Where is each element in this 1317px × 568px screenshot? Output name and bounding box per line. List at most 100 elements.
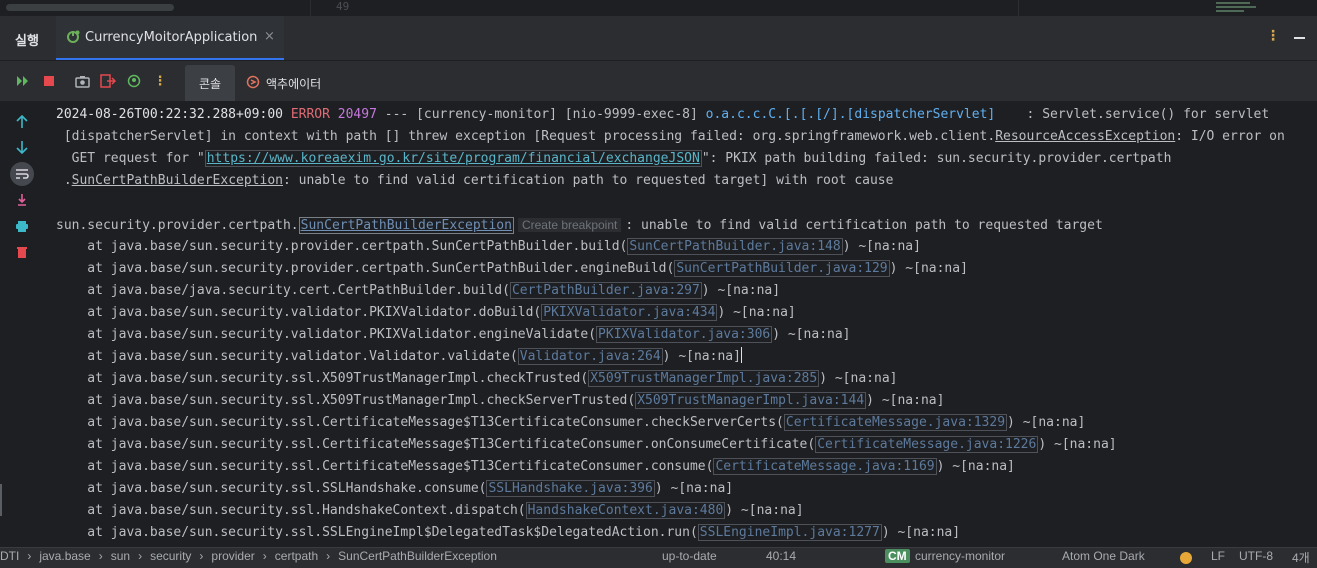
stack-frame-file-link[interactable]: PKIXValidator.java:306 (596, 326, 773, 343)
log-text: ": PKIX path building failed: sun.securi… (701, 151, 1172, 166)
spring-boot-run-icon (66, 30, 80, 44)
debug-icon[interactable] (126, 73, 142, 89)
stack-frame-file-link[interactable]: Validator.java:264 (517, 348, 663, 365)
log-line: 2024-08-26T00:22:32.288+09:00 ERROR 2049… (56, 104, 1269, 126)
tab-console-label: 콘솔 (198, 76, 222, 91)
stack-frame-file-link[interactable]: X509TrustManagerImpl.java:144 (635, 392, 867, 409)
stack-frame-line: at java.base/sun.security.validator.PKIX… (56, 302, 796, 324)
breadcrumb-item[interactable]: certpath (275, 549, 318, 563)
breadcrumb-separator-icon: › (326, 549, 331, 563)
stack-frame-file-link[interactable]: CertificateMessage.java:1329 (783, 414, 1008, 431)
url-link[interactable]: https://www.koreaexim.go.kr/site/program… (204, 150, 702, 167)
project-name[interactable]: currency-monitor (915, 549, 1005, 563)
editor-top-strip: 49 (0, 0, 1317, 16)
down-arrow-icon[interactable] (13, 138, 31, 156)
exit-icon[interactable] (100, 73, 116, 89)
exception-link[interactable]: ResourceAccessException (995, 129, 1175, 144)
breadcrumb-item[interactable]: java.base (39, 549, 90, 563)
rerun-icon[interactable] (15, 73, 31, 89)
theme-name[interactable]: Atom One Dark (1062, 549, 1145, 563)
stack-frame-method: at java.base/sun.security.ssl.Certificat… (56, 437, 816, 452)
stack-frame-tail: ) ~[na:na] (662, 349, 741, 364)
breadcrumb-separator-icon: › (27, 549, 32, 563)
tool-window-title: 실행 (15, 34, 39, 49)
close-icon[interactable]: × (264, 29, 275, 44)
tab-actuator[interactable]: 액추에이터 (246, 65, 321, 101)
breadcrumb-item[interactable]: security (150, 549, 191, 563)
stack-frame-tail: ) ~[na:na] (842, 239, 921, 254)
scroll-to-end-icon[interactable] (13, 191, 31, 209)
stack-frame-file-link[interactable]: CertificateMessage.java:1226 (815, 436, 1039, 453)
run-configuration-tab[interactable]: CurrencyMoitorApplication × (56, 16, 284, 60)
indent-setting[interactable]: 4개 (1292, 549, 1310, 566)
stack-frame-line: at java.base/sun.security.provider.certp… (56, 236, 921, 258)
editor-horizontal-scrollbar[interactable] (6, 4, 174, 11)
bulb-icon[interactable] (1180, 552, 1192, 564)
stack-frame-file-link[interactable]: SSLEngineImpl.java:1277 (697, 524, 882, 541)
console-output[interactable]: 2024-08-26T00:22:32.288+09:00 ERROR 2049… (56, 104, 1311, 544)
stack-frame-file-link[interactable]: SSLHandshake.java:396 (486, 480, 655, 497)
exception-link[interactable]: SunCertPathBuilderException (72, 173, 283, 188)
log-logger: o.a.c.c.C.[.[.[/].[dispatcherServlet] (705, 107, 996, 122)
stack-frame-tail: ) ~[na:na] (772, 327, 851, 342)
stack-frame-line: at java.base/sun.security.ssl.Certificat… (56, 412, 1085, 434)
log-level: ERROR (290, 107, 330, 122)
vcs-status[interactable]: up-to-date (662, 549, 717, 563)
tab-console[interactable]: 콘솔 (185, 65, 235, 101)
stack-frame-file-link[interactable]: CertificateMessage.java:1169 (713, 458, 937, 475)
run-tab-label: CurrencyMoitorApplication (85, 30, 258, 45)
stack-frame-tail: ) ~[na:na] (1007, 415, 1086, 430)
more-icon[interactable]: ⋮ (152, 73, 168, 89)
run-tool-window-header: 실행 CurrencyMoitorApplication × ⋮ (0, 16, 1317, 61)
stack-frame-line: at java.base/sun.security.ssl.SSLHandsha… (56, 478, 733, 500)
print-icon[interactable] (13, 217, 31, 235)
stack-frame-method: at java.base/sun.security.ssl.Certificat… (56, 415, 784, 430)
caret-position[interactable]: 40:14 (766, 549, 796, 563)
stack-frame-line: at java.base/sun.security.ssl.Certificat… (56, 456, 1015, 478)
stack-frame-tail: ) ~[na:na] (717, 305, 796, 320)
stack-frame-line: at java.base/sun.security.ssl.X509TrustM… (56, 390, 944, 412)
log-separator: --- (376, 107, 417, 122)
up-arrow-icon[interactable] (13, 113, 31, 131)
stack-frame-tail: ) ~[na:na] (1038, 437, 1117, 452)
log-pid: 20497 (337, 107, 377, 122)
stack-frame-file-link[interactable]: HandshakeContext.java:480 (525, 502, 726, 519)
stack-frame-file-link[interactable]: X509TrustManagerImpl.java:285 (588, 370, 820, 387)
stop-icon[interactable] (41, 73, 57, 89)
breadcrumb-separator-icon: › (138, 549, 143, 563)
stack-frame-line: at java.base/java.security.cert.CertPath… (56, 280, 780, 302)
stack-frame-method: at java.base/sun.security.ssl.SSLEngineI… (56, 525, 698, 540)
stack-frame-file-link[interactable]: CertPathBuilder.java:297 (509, 282, 702, 299)
breadcrumb-item[interactable]: DTI (0, 549, 19, 563)
soft-wrap-icon[interactable] (10, 162, 34, 186)
breadcrumb-item[interactable]: provider (211, 549, 254, 563)
create-breakpoint-hint[interactable]: Create breakpoint (517, 218, 622, 232)
stack-frame-line: at java.base/sun.security.validator.PKIX… (56, 324, 851, 346)
log-line: [dispatcherServlet] in context with path… (56, 126, 1285, 148)
editor-minimap (1216, 2, 1258, 14)
stack-frame-line: at java.base/sun.security.ssl.Certificat… (56, 434, 1117, 456)
log-text: [dispatcherServlet] in context with path… (56, 129, 996, 144)
line-separator[interactable]: LF (1211, 549, 1225, 563)
file-encoding[interactable]: UTF-8 (1239, 549, 1273, 563)
more-vertical-icon[interactable]: ⋮ (1266, 28, 1280, 44)
stack-frame-file-link[interactable]: SunCertPathBuilder.java:148 (627, 238, 843, 255)
stack-frame-method: at java.base/java.security.cert.CertPath… (56, 283, 510, 298)
stack-frame-tail: ) ~[na:na] (866, 393, 945, 408)
minimize-icon[interactable] (1294, 37, 1305, 39)
stack-frame-method: at java.base/sun.security.ssl.HandshakeC… (56, 503, 526, 518)
stack-frame-file-link[interactable]: SunCertPathBuilder.java:129 (674, 260, 890, 277)
stack-frame-tail: ) ~[na:na] (701, 283, 781, 298)
log-message: : Servlet.service() for servlet (995, 107, 1270, 122)
stack-frame-tail: ) ~[na:na] (936, 459, 1015, 474)
console-toolbar: ⋮ 콘솔 액추에이터 (0, 61, 1317, 101)
trash-icon[interactable] (13, 243, 31, 261)
stack-frame-tail: ) ~[na:na] (819, 371, 898, 386)
screenshot-icon[interactable] (74, 73, 90, 89)
stack-frame-file-link[interactable]: PKIXValidator.java:434 (541, 304, 718, 321)
breadcrumb-item[interactable]: sun (111, 549, 130, 563)
breadcrumb[interactable]: DTI › java.base › sun › security › provider › cert… (0, 549, 497, 563)
exception-link[interactable]: SunCertPathBuilderException (298, 217, 514, 234)
breadcrumb-item[interactable]: SunCertPathBuilderException (338, 549, 497, 563)
status-bar: DTI › java.base › sun › security › provider › cert… (0, 547, 1317, 568)
